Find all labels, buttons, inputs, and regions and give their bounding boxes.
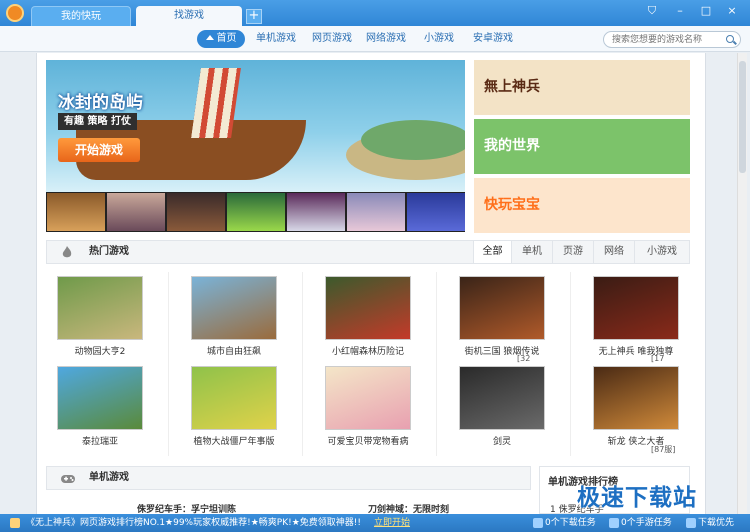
home-icon: [205, 32, 214, 40]
skin-icon[interactable]: ⛉: [644, 3, 660, 19]
game-cover[interactable]: [593, 366, 679, 430]
site-watermark: 极速下载站: [577, 485, 697, 511]
promo-label: 無上神兵: [484, 79, 540, 95]
banner-thumbnail[interactable]: [167, 193, 225, 231]
nav-web-games[interactable]: 网页游戏: [312, 30, 352, 48]
game-name[interactable]: 剑灵: [447, 434, 557, 447]
banner-thumbnail[interactable]: [47, 193, 105, 231]
banner-thumbnail[interactable]: [287, 193, 345, 231]
banner-thumbnail[interactable]: [347, 193, 405, 231]
game-cover[interactable]: [459, 276, 545, 340]
download-priority[interactable]: 下载优先: [698, 514, 734, 532]
app-logo-icon: [6, 4, 24, 22]
grid-divider: [168, 272, 169, 456]
promo-tile-minecraft[interactable]: 我的世界: [474, 119, 690, 174]
vertical-scrollbar[interactable]: [737, 53, 747, 514]
game-name[interactable]: 泰拉瑞亚: [45, 434, 155, 447]
tab-find-games[interactable]: 找游戏: [136, 6, 242, 26]
server-tag: [17: [651, 354, 665, 363]
tab-single[interactable]: 单机: [511, 241, 552, 263]
game-cover[interactable]: [57, 276, 143, 340]
flame-icon: [62, 246, 72, 258]
mobile-icon: [609, 518, 619, 528]
nav-single-games[interactable]: 单机游戏: [256, 30, 296, 48]
tab-online[interactable]: 网络: [593, 241, 634, 263]
minimize-button[interactable]: –: [672, 3, 688, 19]
speaker-icon: [10, 518, 20, 528]
game-name[interactable]: 城市自由狂飙: [179, 344, 289, 357]
tab-web[interactable]: 页游: [552, 241, 593, 263]
game-cover[interactable]: [593, 276, 679, 340]
gamepad-icon: [61, 475, 75, 483]
tab-mini[interactable]: 小游戏: [634, 241, 689, 263]
nav-android-games[interactable]: 安卓游戏: [473, 30, 513, 48]
download-icon: [533, 518, 543, 528]
search-input[interactable]: [612, 32, 720, 47]
priority-icon: [686, 518, 696, 528]
single-games-header: 单机游戏: [46, 466, 531, 490]
game-name[interactable]: 可爱宝贝带宠物看病: [313, 434, 423, 447]
close-button[interactable]: ×: [724, 3, 740, 19]
game-name[interactable]: 小红帽森林历险记: [313, 344, 423, 357]
promo-label: 快玩宝宝: [484, 197, 540, 213]
nav-mini-games[interactable]: 小游戏: [424, 30, 454, 48]
promo-tile-wushang[interactable]: 無上神兵: [474, 60, 690, 115]
tab-all[interactable]: 全部: [473, 241, 511, 263]
add-tab-button[interactable]: +: [246, 9, 262, 24]
game-name[interactable]: 无上神兵 唯我独尊: [581, 344, 691, 357]
game-cover[interactable]: [57, 366, 143, 430]
maximize-button[interactable]: □: [698, 3, 714, 19]
mobile-tasks[interactable]: 0个手游任务: [621, 514, 672, 532]
banner-thumbnail[interactable]: [107, 193, 165, 231]
single-games-title: 单机游戏: [89, 472, 129, 483]
banner-thumbnail[interactable]: [407, 193, 465, 231]
game-cover[interactable]: [325, 366, 411, 430]
search-icon[interactable]: [726, 35, 734, 43]
banner-title: 冰封的岛屿: [58, 93, 143, 113]
banner-island-grass-art: [361, 120, 465, 160]
nav-online-games[interactable]: 网络游戏: [366, 30, 406, 48]
banner-thumbnail-strip: [46, 192, 465, 232]
game-name[interactable]: 动物园大亨2: [45, 344, 155, 357]
start-now-link[interactable]: 立即开始: [374, 514, 410, 532]
promo-tile-kuaiwan-baby[interactable]: 快玩宝宝: [474, 178, 690, 233]
banner-subtitle: 有趣 策略 打仗: [58, 113, 137, 130]
scrollbar-thumb[interactable]: [739, 61, 746, 173]
server-tag: [87服]: [651, 445, 676, 454]
banner-thumbnail[interactable]: [227, 193, 285, 231]
game-cover[interactable]: [191, 366, 277, 430]
start-game-button[interactable]: 开始游戏: [58, 138, 140, 162]
grid-divider: [570, 272, 571, 456]
game-cover[interactable]: [191, 276, 277, 340]
hot-games-title: 热门游戏: [89, 246, 129, 257]
news-ticker[interactable]: 《无上神兵》网页游戏排行榜NO.1★99%玩家权威推荐!★畅爽PK!★免费领取神…: [26, 514, 361, 532]
search-box: [603, 31, 741, 48]
server-tag: [32: [517, 354, 531, 363]
game-cover[interactable]: [325, 276, 411, 340]
download-tasks[interactable]: 0个下载任务: [545, 514, 596, 532]
grid-divider: [302, 272, 303, 456]
game-cover[interactable]: [459, 366, 545, 430]
game-name[interactable]: 植物大战僵尸年事版: [179, 434, 289, 447]
game-name[interactable]: 街机三国 狼烟传说: [447, 344, 557, 357]
title-bar: 我的快玩 找游戏 + ⛉ – □ ×: [0, 0, 750, 26]
nav-home[interactable]: 首页: [197, 30, 245, 48]
nav-home-label: 首页: [216, 33, 237, 44]
grid-divider: [436, 272, 437, 456]
status-bar: 《无上神兵》网页游戏排行榜NO.1★99%玩家权威推荐!★畅爽PK!★免费领取神…: [0, 514, 750, 532]
promo-label: 我的世界: [484, 138, 540, 154]
tab-my-games[interactable]: 我的快玩: [31, 6, 131, 26]
